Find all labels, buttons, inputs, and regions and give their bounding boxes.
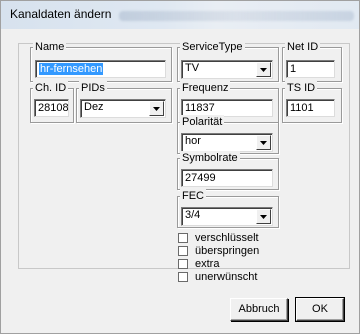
chevron-down-icon[interactable]: [256, 62, 271, 77]
checkbox-label: verschlüsselt: [195, 232, 259, 244]
symbolrate-label: Symbolrate: [180, 151, 240, 165]
name-input[interactable]: hr-fernsehen: [35, 60, 166, 78]
checkbox-box[interactable]: [178, 246, 188, 256]
polaritaet-value: hor: [185, 135, 201, 147]
polaritaet-label: Polarität: [180, 115, 225, 129]
symbolrate-input[interactable]: 27499: [181, 169, 273, 187]
title-bar[interactable]: Kanaldaten ändern: [1, 1, 359, 29]
pids-value: Dez: [84, 101, 104, 113]
ch-id-input[interactable]: 28108: [34, 99, 69, 117]
pids-select[interactable]: Dez: [80, 99, 166, 118]
checkbox-label: unerwünscht: [195, 271, 258, 283]
fec-label: FEC: [180, 189, 206, 203]
polaritaet-select[interactable]: hor: [181, 133, 273, 152]
dialog-body: Name hr-fernsehen ServiceType TV Net ID …: [2, 29, 358, 333]
net-id-label: Net ID: [285, 40, 321, 54]
checkbox-label: extra: [195, 258, 220, 270]
window-title: Kanaldaten ändern: [10, 7, 112, 21]
ch-id-label: Ch. ID: [33, 81, 69, 95]
dialog-window: Kanaldaten ändern Name hr-fernsehen Serv…: [0, 0, 360, 334]
chevron-down-icon[interactable]: [149, 101, 164, 116]
service-type-label: ServiceType: [180, 40, 245, 54]
chevron-down-icon[interactable]: [256, 135, 271, 150]
name-label: Name: [33, 40, 67, 54]
checkbox-label: überspringen: [195, 245, 260, 257]
ts-id-input[interactable]: 1101: [286, 99, 335, 117]
net-id-input[interactable]: 1: [286, 60, 335, 78]
frequenz-label: Frequenz: [180, 81, 231, 95]
pids-label: PIDs: [79, 81, 107, 95]
checkbox-box[interactable]: [178, 233, 188, 243]
checkbox-box[interactable]: [178, 272, 188, 282]
service-type-value: TV: [185, 62, 200, 74]
fec-value: 3/4: [185, 209, 201, 221]
chevron-down-icon[interactable]: [256, 209, 271, 224]
ts-id-label: TS ID: [285, 81, 318, 95]
blurred-title-area: [119, 11, 354, 21]
service-type-select[interactable]: TV: [181, 60, 273, 79]
ok-button[interactable]: OK: [295, 297, 345, 322]
cancel-button[interactable]: Abbruch: [230, 298, 288, 321]
fec-select[interactable]: 3/4: [181, 207, 273, 226]
checkbox-box[interactable]: [178, 259, 188, 269]
